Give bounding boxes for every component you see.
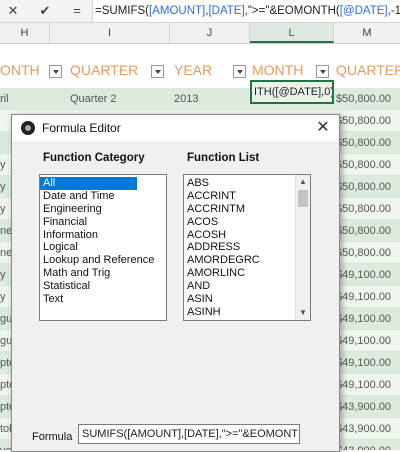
cell-h[interactable]: y <box>0 198 6 220</box>
category-item[interactable]: Lookup and Reference <box>40 254 166 267</box>
cell-j[interactable]: 2013 <box>174 88 198 110</box>
formula-input[interactable]: =SUMIFS([AMOUNT],[DATE],">="&EOMONTH([@D… <box>92 0 400 22</box>
cell-m[interactable]: $49,100.00 <box>336 374 391 396</box>
header-month: ONTH <box>0 62 40 78</box>
function-item[interactable]: ACCRINT <box>184 190 310 203</box>
cell-m[interactable]: $50,800.00 <box>336 88 391 110</box>
formula-editor-dialog: Formula Editor ✕ Function Category Funct… <box>11 114 340 452</box>
cell-m[interactable]: $50,800.00 <box>336 198 391 220</box>
active-cell[interactable]: ITH([@DATE],0)) <box>250 80 334 104</box>
cell-m[interactable]: $50,800.00 <box>336 242 391 264</box>
cell-m[interactable]: $50,800.00 <box>336 220 391 242</box>
category-item[interactable]: All <box>40 177 137 190</box>
cell-m[interactable]: $50,800.00 <box>336 110 391 132</box>
function-category-label: Function Category <box>43 152 145 164</box>
function-item[interactable]: ASIN <box>184 293 310 306</box>
function-list-scrollbar[interactable]: ▲ ▼ <box>295 175 310 320</box>
close-icon[interactable]: ✕ <box>313 115 333 141</box>
cell-m[interactable]: $43,900.00 <box>336 440 391 450</box>
cell-m[interactable]: $49,100.00 <box>336 308 391 330</box>
formula-text: ,-1)+1,[ <box>387 5 400 17</box>
function-item[interactable]: ACOSH <box>184 229 310 242</box>
function-item[interactable]: ACCRINTM <box>184 203 310 216</box>
header-quarter: QUARTER <box>70 62 139 78</box>
dialog-title: Formula Editor <box>42 121 121 135</box>
function-list-label: Function List <box>187 152 260 164</box>
category-item[interactable]: Engineering <box>40 203 166 216</box>
filter-dropdown-icon[interactable] <box>49 65 62 78</box>
column-header-j[interactable]: J <box>170 23 250 43</box>
enter-icon[interactable]: ✔ <box>34 2 56 20</box>
cell-m[interactable]: $49,100.00 <box>336 264 391 286</box>
formula-field[interactable]: SUMIFS([AMOUNT],[DATE],">="&EOMONTH( <box>78 424 300 444</box>
function-item[interactable]: AND <box>184 280 310 293</box>
filter-dropdown-icon[interactable] <box>151 65 164 78</box>
column-header-m[interactable]: M <box>334 23 400 43</box>
category-item[interactable]: Logical <box>40 241 166 254</box>
dialog-title-bar: Formula Editor ✕ <box>12 115 339 141</box>
cell-h[interactable]: y <box>0 176 6 198</box>
cell-m[interactable]: $43,900.00 <box>336 418 391 440</box>
header-year: YEAR <box>174 62 213 78</box>
cell-m[interactable]: $49,100.00 <box>336 330 391 352</box>
table-row: ril Quarter 2 2013 $50,800.00 <box>0 88 400 110</box>
formula-ref-row-date: [@DATE] <box>339 5 388 17</box>
filter-dropdown-icon[interactable] <box>316 65 329 78</box>
function-item[interactable]: ASINH <box>184 306 310 319</box>
header-quarter-m: QUARTER <box>336 62 400 78</box>
cell-m[interactable]: $49,100.00 <box>336 352 391 374</box>
function-list[interactable]: ABS ACCRINT ACCRINTM ACOS ACOSH ADDRESS AMORDE… <box>183 174 311 321</box>
column-header-h[interactable]: H <box>0 23 50 43</box>
category-item[interactable]: Text <box>40 293 166 306</box>
function-item[interactable]: AMORLINC <box>184 267 310 280</box>
formula-ref-amount: [AMOUNT] <box>149 5 206 17</box>
formula-label: Formula <box>32 431 73 443</box>
cell-h[interactable]: y <box>0 154 6 176</box>
category-item[interactable]: Information <box>40 229 166 242</box>
header-month-l: MONTH <box>252 62 304 78</box>
cell-m[interactable]: $50,800.00 <box>336 132 391 154</box>
scrollbar-thumb[interactable] <box>298 190 308 207</box>
app-logo-icon <box>21 121 35 135</box>
column-header-l[interactable]: L <box>250 23 334 43</box>
category-item[interactable]: Math and Trig <box>40 267 166 280</box>
cell-m[interactable]: $50,800.00 <box>336 176 391 198</box>
cancel-icon[interactable]: ✕ <box>2 2 24 20</box>
function-item[interactable]: ADDRESS <box>184 241 310 254</box>
cell-h[interactable]: ril <box>0 88 9 110</box>
category-item[interactable]: Date and Time <box>40 190 166 203</box>
cell-m[interactable]: $50,800.00 <box>336 154 391 176</box>
table-header-row: ONTH QUARTER YEAR MONTH QUARTER <box>0 56 400 88</box>
formula-text: =SUMIFS( <box>95 5 149 17</box>
function-category-list[interactable]: All Date and Time Engineering Financial Info… <box>39 174 167 321</box>
insert-function-button[interactable]: = <box>66 2 88 20</box>
cell-m[interactable]: $49,100.00 <box>336 286 391 308</box>
category-item[interactable]: Statistical <box>40 280 166 293</box>
formula-ref-date: [DATE] <box>208 5 245 17</box>
formula-text: ,">="&EOMONTH( <box>244 5 340 17</box>
column-header-i[interactable]: I <box>50 23 170 43</box>
formula-bar: ✕ ✔ = =SUMIFS([AMOUNT],[DATE],">="&EOMON… <box>0 0 400 23</box>
filter-dropdown-icon[interactable] <box>233 65 246 78</box>
cell-m[interactable]: $43,900.00 <box>336 396 391 418</box>
function-item[interactable]: ABS <box>184 177 310 190</box>
function-item[interactable]: ACOS <box>184 216 310 229</box>
function-item[interactable]: AMORDEGRC <box>184 254 310 267</box>
cell-h[interactable]: y <box>0 264 6 286</box>
column-headers: H I J L M <box>0 23 400 44</box>
cell-h[interactable]: y <box>0 286 6 308</box>
cell-i[interactable]: Quarter 2 <box>70 88 116 110</box>
category-item[interactable]: Financial <box>40 216 166 229</box>
scroll-down-icon[interactable]: ▼ <box>296 306 310 320</box>
scroll-up-icon[interactable]: ▲ <box>296 175 310 189</box>
